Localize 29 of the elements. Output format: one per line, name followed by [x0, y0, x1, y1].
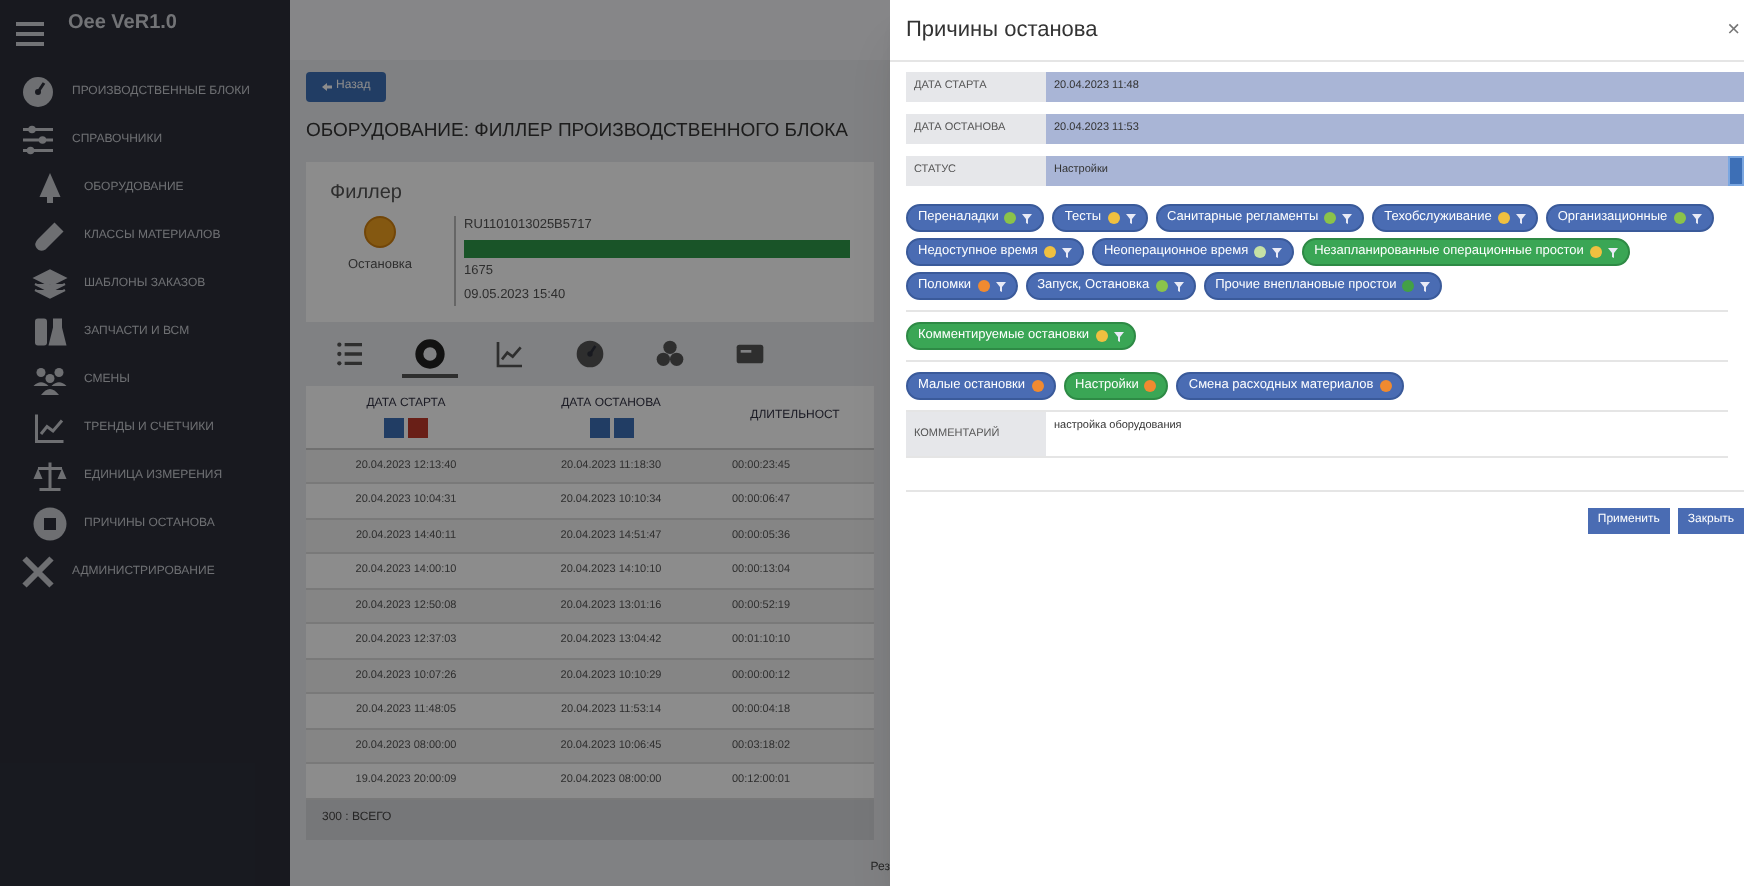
- scales-icon: [32, 458, 68, 494]
- donut-icon: [414, 337, 446, 369]
- line-chart-icon: [32, 410, 68, 446]
- flask-icon: [32, 314, 68, 350]
- line-chart-icon: [494, 337, 526, 369]
- filter-button[interactable]: [384, 417, 404, 437]
- page-title: ОБОРУДОВАНИЕ: ФИЛЛЕР ПРОИЗВОДСТВЕННОГО БЛОКА: [304, 118, 851, 146]
- list-icon: [334, 337, 366, 369]
- status-lamp: [364, 216, 396, 249]
- menu-icon[interactable]: [16, 22, 44, 46]
- app-title: Oee VeR1.0: [68, 10, 177, 38]
- machine-name: Филлер: [330, 180, 404, 209]
- gauge-icon: [20, 74, 56, 110]
- sort-button[interactable]: [408, 417, 428, 437]
- modal-title: Причины останова: [906, 15, 1098, 46]
- sort-button[interactable]: [613, 417, 633, 437]
- arrow-icon: [322, 82, 332, 92]
- tools-icon: [20, 554, 56, 590]
- people-icon: [32, 362, 68, 398]
- filter-button[interactable]: [589, 417, 609, 437]
- view-tab[interactable]: [402, 337, 458, 377]
- test-tube-icon: [32, 218, 68, 254]
- close-button[interactable]: ×: [1727, 13, 1740, 47]
- sliders-icon: [20, 122, 56, 158]
- layers-icon: [32, 266, 68, 302]
- circles-icon: [654, 337, 686, 369]
- stop-icon: [32, 506, 68, 542]
- edit-button[interactable]: [1728, 156, 1744, 186]
- gauge-icon: [574, 337, 606, 369]
